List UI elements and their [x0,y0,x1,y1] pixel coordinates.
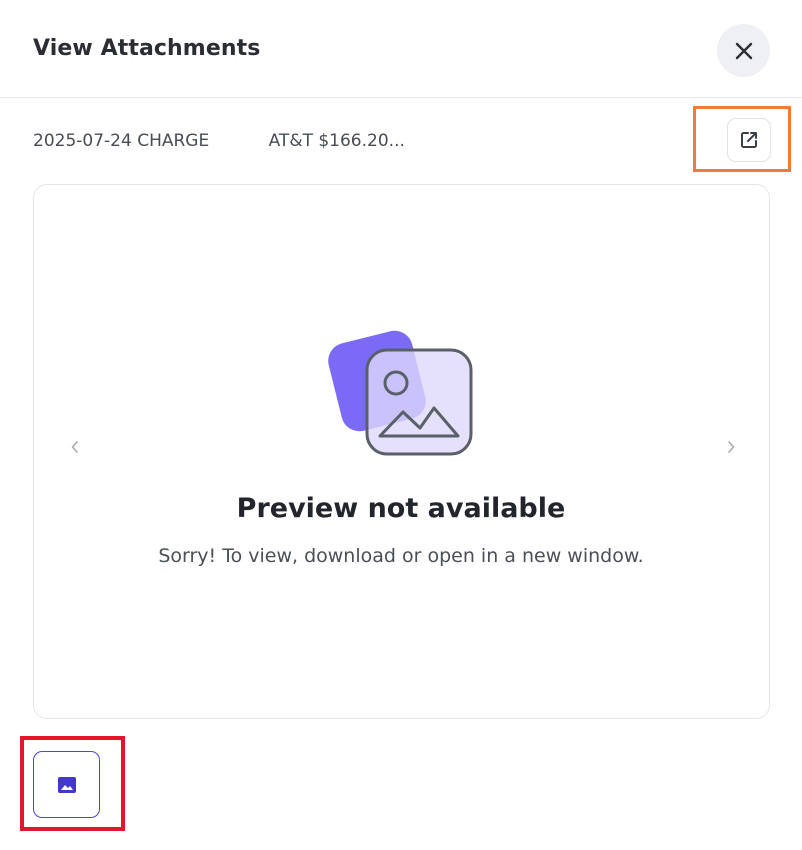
chevron-right-icon [728,441,735,453]
attachment-info: 2025-07-24 CHARGE AT&T $166.20... [33,128,405,154]
preview-unavailable-message: Sorry! To view, download or open in a ne… [158,545,644,567]
attachments-dialog: View Attachments 2025-07-24 CHARGE AT&T … [0,0,802,850]
previous-button[interactable] [64,436,86,458]
dialog-title: View Attachments [33,36,261,61]
dialog-header: View Attachments [0,0,802,98]
external-link-icon [741,132,757,148]
attachment-name: 2025-07-24 CHARGE [33,131,210,151]
next-button[interactable] [720,436,742,458]
attachment-description: AT&T $166.20... [268,131,405,151]
chevron-left-icon [71,441,78,453]
open-in-new-window-button[interactable] [727,118,771,162]
close-icon [735,42,752,59]
image-icon [57,776,76,793]
image-placeholder-icon [328,330,473,456]
preview-unavailable-title: Preview not available [236,493,566,524]
attachment-thumbnail[interactable] [33,751,100,818]
close-button[interactable] [717,24,770,77]
